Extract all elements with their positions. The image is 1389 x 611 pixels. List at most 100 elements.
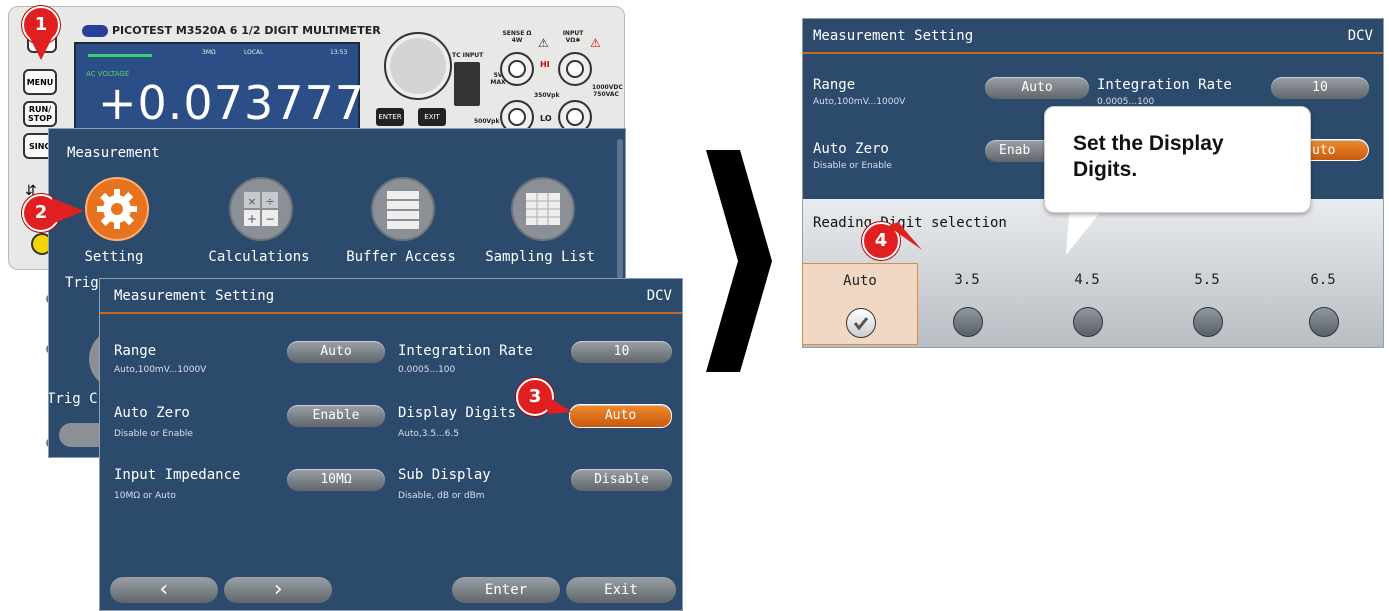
warning-red-icon: ⚠ (590, 36, 601, 50)
sub-display-sub: Disable, dB or dBm (398, 491, 485, 501)
callout-bubble: Set the Display Digits. (1044, 106, 1311, 213)
right-auto-zero-sub: Disable or Enable (813, 161, 892, 171)
range-sub: Auto,100mV...1000V (114, 365, 207, 375)
lcd-status-bar (88, 54, 152, 57)
exit-key-label: EXIT (424, 113, 440, 121)
right-range-button[interactable]: Auto (985, 77, 1089, 99)
lcd-reading: +0.073777 (98, 76, 366, 130)
function-label: DCV (646, 288, 672, 304)
sub-display-button[interactable]: Disable (571, 469, 672, 491)
front-lcd: 3MΩ LOCAL 13:53 AC VOLTAGE +0.073777 (74, 42, 364, 136)
rotary-knob[interactable] (384, 32, 452, 100)
tc-input-label: TC INPUT (452, 52, 484, 59)
display-digits-label: Display Digits (398, 405, 517, 421)
setting-header: Measurement Setting DCV (100, 279, 682, 314)
step-4-number: 4 (874, 230, 888, 251)
svg-text:×: × (247, 195, 256, 208)
tc-input-connector (454, 62, 480, 106)
scrollbar[interactable] (617, 139, 623, 279)
measurement-title: Measurement (67, 145, 160, 161)
calculations-menu-button[interactable]: × ÷ + − (229, 177, 293, 241)
range-label: Range (114, 343, 157, 359)
brand-text: PICOTEST M3520A 6 1/2 DIGIT MULTIMETER (112, 24, 381, 37)
step-2-number: 2 (34, 202, 48, 223)
calculator-icon: × ÷ + − (244, 192, 278, 226)
step-3-pointer-icon (544, 394, 572, 414)
buffer-icon (387, 191, 419, 229)
input-label: INPUT VΩ✱ (562, 30, 584, 44)
auto-zero-button[interactable]: Enable (287, 405, 385, 427)
step-1-pointer-icon (30, 38, 52, 60)
buffer-access-label: Buffer Access (346, 249, 456, 265)
radio-icon (1309, 307, 1339, 337)
setting-label: Setting (84, 249, 144, 265)
menu-button-label: MENU (26, 77, 54, 87)
lcd-time: 13:53 (330, 49, 348, 56)
option-5-5[interactable]: 5.5 (1150, 263, 1264, 343)
option-5-5-label: 5.5 (1194, 272, 1220, 288)
callout-text: Set the Display Digits. (1073, 132, 1224, 181)
measurement-setting-screen: Measurement Setting DCV Range Auto,100mV… (99, 278, 683, 611)
run-stop-button[interactable]: RUN/ STOP (23, 101, 57, 127)
lo-label: LO (540, 114, 552, 123)
radio-icon (953, 307, 983, 337)
step-2-pointer-icon (52, 198, 84, 224)
calculations-label: Calculations (208, 249, 310, 265)
setting-menu-button[interactable] (85, 177, 149, 241)
step-4-pointer-icon (888, 222, 922, 250)
input-impedance-button[interactable]: 10MΩ (287, 469, 385, 491)
display-digits-button[interactable]: Auto (569, 404, 672, 428)
1000v-label: 1000VDC 750VAC (592, 84, 623, 98)
trig-label: Trig (65, 275, 99, 291)
right-setting-title: Measurement Setting (813, 28, 974, 44)
right-function-label: DCV (1347, 28, 1373, 44)
input-hi-jack (558, 52, 592, 86)
previous-page-button[interactable]: ‹ (110, 577, 218, 603)
exit-button[interactable]: Exit (566, 577, 676, 603)
radio-checked-icon (846, 308, 876, 338)
option-auto[interactable]: Auto (802, 263, 918, 345)
option-3-5[interactable]: 3.5 (910, 263, 1024, 343)
input-impedance-sub: 10MΩ or Auto (114, 491, 176, 501)
option-4-5-label: 4.5 (1074, 272, 1100, 288)
picotest-logo-icon (82, 25, 108, 37)
auto-zero-sub: Disable or Enable (114, 429, 193, 439)
option-4-5[interactable]: 4.5 (1030, 263, 1144, 343)
option-auto-label: Auto (843, 273, 877, 289)
svg-text:+: + (247, 212, 257, 226)
step-1-number: 1 (34, 14, 48, 35)
right-range-label: Range (813, 77, 856, 93)
menu-button[interactable]: MENU (23, 69, 57, 95)
radio-icon (1193, 307, 1223, 337)
option-6-5[interactable]: 6.5 (1266, 263, 1380, 343)
integration-rate-button[interactable]: 10 (571, 341, 672, 363)
enter-button[interactable]: Enter (452, 577, 560, 603)
right-range-sub: Auto,100mV...1000V (813, 97, 906, 107)
range-button[interactable]: Auto (287, 341, 385, 363)
enter-key[interactable]: ENTER (376, 108, 404, 126)
auto-zero-label: Auto Zero (114, 405, 190, 421)
sub-display-label: Sub Display (398, 467, 491, 483)
gear-icon (97, 189, 137, 229)
lcd-local: LOCAL (244, 49, 264, 56)
exit-key[interactable]: EXIT (418, 108, 446, 126)
next-step-arrow-icon (706, 150, 772, 372)
integration-rate-sub: 0.0005...100 (398, 365, 456, 375)
right-integration-rate-label: Integration Rate (1097, 77, 1232, 93)
sampling-list-menu-button[interactable] (511, 177, 575, 241)
right-auto-zero-label: Auto Zero (813, 141, 889, 157)
setting-title: Measurement Setting (114, 288, 275, 304)
radio-icon (1073, 307, 1103, 337)
lcd-range: 3MΩ (202, 49, 216, 56)
right-integration-rate-button[interactable]: 10 (1271, 77, 1369, 99)
trig-count-label: Trig C (48, 391, 98, 407)
enter-key-label: ENTER (378, 113, 402, 121)
buffer-access-menu-button[interactable] (371, 177, 435, 241)
right-setting-header: Measurement Setting DCV (803, 19, 1383, 54)
next-page-button[interactable]: › (224, 577, 332, 603)
svg-text:÷: ÷ (265, 195, 274, 208)
table-icon (526, 193, 560, 225)
option-3-5-label: 3.5 (954, 272, 980, 288)
hi-label: HI (540, 60, 550, 69)
500v-label: 500Vpk (474, 118, 500, 125)
